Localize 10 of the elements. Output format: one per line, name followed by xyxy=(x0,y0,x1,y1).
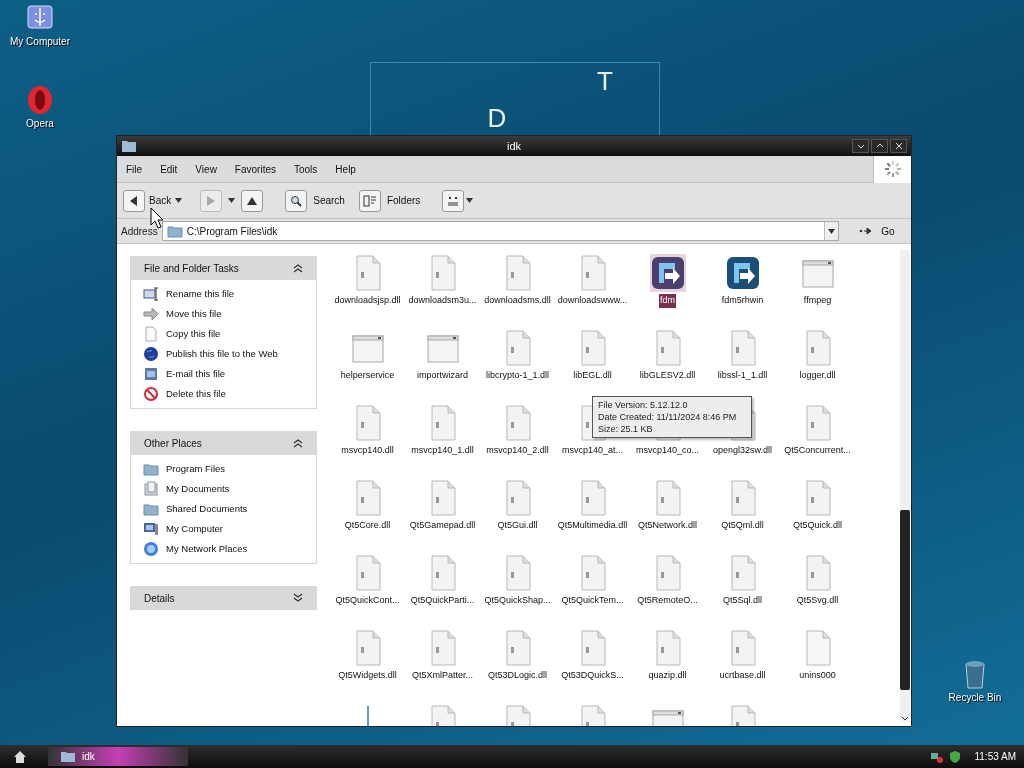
panel-title: File and Folder Tasks xyxy=(144,261,239,276)
panel-title: Other Places xyxy=(144,436,202,451)
panel-title: Details xyxy=(144,591,175,606)
window-title: idk xyxy=(506,138,522,154)
wallpaper-letter: D xyxy=(486,102,508,135)
address-label: Address xyxy=(121,224,158,239)
tooltip-line: Size: 25.1 KB xyxy=(598,423,654,435)
tooltip-line: Date Created: 11/11/2024 8:46 PM xyxy=(598,411,738,423)
wallpaper-letter: T xyxy=(596,65,614,98)
tooltip-line: File Version: 5.12.12.0 xyxy=(598,399,689,411)
